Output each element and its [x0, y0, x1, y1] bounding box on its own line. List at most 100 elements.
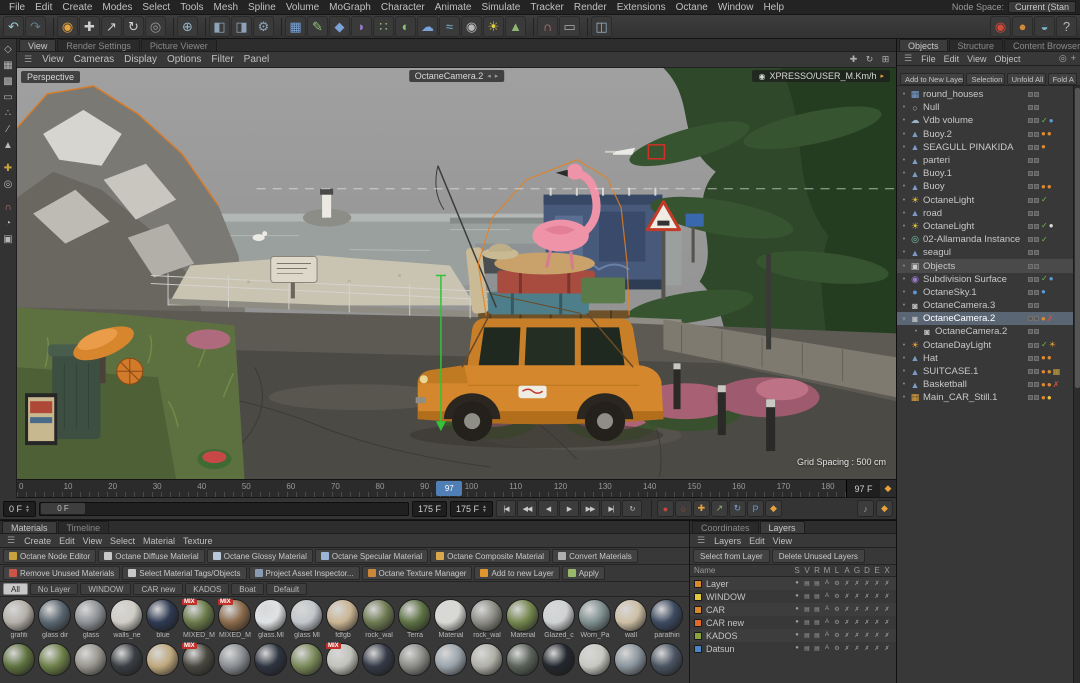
editor-visibility-toggle[interactable] — [1028, 158, 1033, 164]
objects-menu-view[interactable]: View — [963, 54, 990, 64]
zoom-view-icon[interactable]: ⊞ — [879, 53, 892, 66]
viewport-menu-view[interactable]: View — [37, 54, 69, 65]
visibility-toggles[interactable] — [1028, 369, 1039, 375]
filter-window[interactable]: WINDOW — [80, 583, 132, 595]
layer-toggle-m[interactable]: A — [822, 619, 832, 626]
editor-visibility-toggle[interactable] — [1028, 303, 1033, 309]
add-object-icon[interactable]: + — [1071, 53, 1076, 64]
check-badge[interactable]: ✓ — [1041, 196, 1048, 204]
render-visibility-toggle[interactable] — [1034, 92, 1039, 98]
visibility-toggles[interactable] — [1028, 329, 1039, 335]
button-octane-texture-manager[interactable]: Octane Texture Manager — [361, 566, 473, 580]
tree-row-octanelight[interactable]: • ☀ OctaneLight ✓ ● — [897, 220, 1073, 233]
material-thumb[interactable]: glass — [74, 599, 108, 641]
layer-toggle-r[interactable]: ▤ — [812, 580, 822, 587]
viewport[interactable]: Perspective OctaneCamera.2 ◂ ▸ ◉ XPRESSO… — [17, 68, 896, 480]
dot-orange-badge[interactable]: ● — [1047, 130, 1052, 138]
button-unfold-all[interactable]: Unfold All — [1006, 73, 1046, 85]
render-visibility-toggle[interactable] — [1034, 342, 1039, 348]
render-visibility-toggle[interactable] — [1034, 316, 1039, 322]
layer-toggle-x[interactable]: ✗ — [882, 619, 892, 626]
material-thumb[interactable]: parathiri — [650, 599, 684, 641]
visibility-toggles[interactable] — [1028, 118, 1039, 124]
next-camera-icon[interactable]: ▸ — [495, 72, 499, 80]
points-mode-icon[interactable]: ∴ — [1, 106, 16, 121]
materials-menu-create[interactable]: Create — [20, 536, 55, 546]
layer-toggle-r[interactable]: ▤ — [812, 645, 822, 652]
material-thumb[interactable] — [362, 643, 396, 683]
layer-row-kados[interactable]: KADOS ● ▤ ▤ A ⚙ ✗ ✗ ✗ ✗ ✗ — [690, 629, 896, 642]
editor-visibility-toggle[interactable] — [1028, 276, 1033, 282]
check-badge[interactable]: ✓ — [1041, 116, 1048, 125]
visibility-toggles[interactable] — [1028, 382, 1039, 388]
render-visibility-toggle[interactable] — [1034, 395, 1039, 401]
viewport-solo-icon[interactable]: ◎ — [1, 177, 16, 192]
menu-help[interactable]: Help — [758, 2, 789, 13]
menu-animate[interactable]: Animate — [430, 2, 477, 13]
panel-menu-icon[interactable]: ☰ — [694, 535, 708, 546]
material-thumb[interactable]: glass.Ml — [254, 599, 288, 641]
layers-menu-edit[interactable]: Edit — [745, 536, 769, 546]
button-selection[interactable]: Selection — [966, 73, 1005, 85]
tab-timeline[interactable]: Timeline — [57, 521, 110, 533]
material-thumb[interactable]: Worn_Pa — [578, 599, 612, 641]
x-badge[interactable]: ✗ — [1047, 314, 1054, 323]
materials-menu-select[interactable]: Select — [106, 536, 139, 546]
dot-orange-badge[interactable]: ● — [1047, 380, 1052, 389]
button-octane-composite-material[interactable]: Octane Composite Material — [430, 549, 551, 563]
material-thumb[interactable]: rock_wal — [362, 599, 396, 641]
render-visibility-toggle[interactable] — [1034, 144, 1039, 150]
tab-structure[interactable]: Structure — [948, 39, 1004, 51]
filter-all[interactable]: All — [3, 583, 28, 595]
material-thumb[interactable] — [146, 643, 180, 683]
fields-icon[interactable]: ◐ — [395, 16, 416, 37]
generator-icon[interactable]: ◆ — [329, 16, 350, 37]
sound-toggle-icon[interactable]: ♪ — [857, 500, 874, 517]
layer-toggle-r[interactable]: ▤ — [812, 619, 822, 626]
tree-row-vdb-volume[interactable]: • ☁ Vdb volume ✓ ● — [897, 114, 1073, 127]
tree-row-null[interactable]: • ○ Null — [897, 101, 1073, 114]
dot-orange-badge[interactable]: ● — [1047, 354, 1052, 362]
layer-toggle-v[interactable]: ▤ — [802, 632, 812, 639]
material-thumb[interactable]: walls_ne — [110, 599, 144, 641]
menu-tracker[interactable]: Tracker — [525, 2, 569, 13]
visibility-toggles[interactable] — [1028, 92, 1039, 98]
dot-orange-badge[interactable]: ● — [1041, 367, 1046, 376]
material-thumb[interactable]: MIX MIXED_M — [218, 599, 252, 641]
layer-color-swatch[interactable] — [694, 631, 702, 640]
x-badge[interactable]: ✗ — [1053, 380, 1060, 389]
layer-toggle-e[interactable]: ✗ — [872, 580, 882, 587]
render-visibility-toggle[interactable] — [1034, 250, 1039, 256]
perspective-label[interactable]: Perspective — [21, 71, 81, 83]
dot-blue-badge[interactable]: ● — [1049, 116, 1054, 125]
layer-toggle-v[interactable]: ▤ — [802, 606, 812, 613]
render-view-icon[interactable]: ◧ — [209, 16, 230, 37]
material-thumb[interactable] — [254, 643, 288, 683]
sun-badge[interactable]: ☀ — [1049, 341, 1056, 349]
editor-visibility-toggle[interactable] — [1028, 223, 1033, 229]
render-visibility-toggle[interactable] — [1034, 184, 1039, 190]
visibility-toggles[interactable] — [1028, 171, 1039, 177]
tab-materials[interactable]: Materials — [2, 521, 57, 533]
next-key-button[interactable]: ▶| — [600, 500, 621, 517]
editor-visibility-toggle[interactable] — [1028, 395, 1033, 401]
material-thumb[interactable]: glass dir — [38, 599, 72, 641]
dot-yellow-badge[interactable]: ● — [1047, 393, 1052, 402]
layer-toggle-d[interactable]: ✗ — [862, 632, 872, 639]
visibility-toggles[interactable] — [1028, 144, 1039, 150]
editor-visibility-toggle[interactable] — [1028, 382, 1033, 388]
dot-orange-badge[interactable]: ● — [1041, 314, 1046, 323]
prev-frame-button[interactable]: ◀ — [537, 500, 558, 517]
layer-toggle-v[interactable]: ▤ — [802, 645, 812, 652]
material-thumb[interactable] — [506, 643, 540, 683]
editor-visibility-toggle[interactable] — [1028, 184, 1033, 190]
dot-blue-badge[interactable]: ● — [1049, 275, 1054, 283]
visibility-toggles[interactable] — [1028, 250, 1039, 256]
tree-row-buoy-1[interactable]: • ▲ Buoy.1 — [897, 167, 1073, 180]
button-select-material-tags-objects[interactable]: Select Material Tags/Objects — [122, 566, 247, 580]
layer-toggle-d[interactable]: ✗ — [862, 606, 872, 613]
rotation-toggle-button[interactable]: ↻ — [728, 500, 746, 517]
dot-orange-badge[interactable]: ● — [1041, 354, 1046, 362]
layer-toggle-d[interactable]: ✗ — [862, 593, 872, 600]
edges-mode-icon[interactable]: ∕ — [1, 122, 16, 137]
